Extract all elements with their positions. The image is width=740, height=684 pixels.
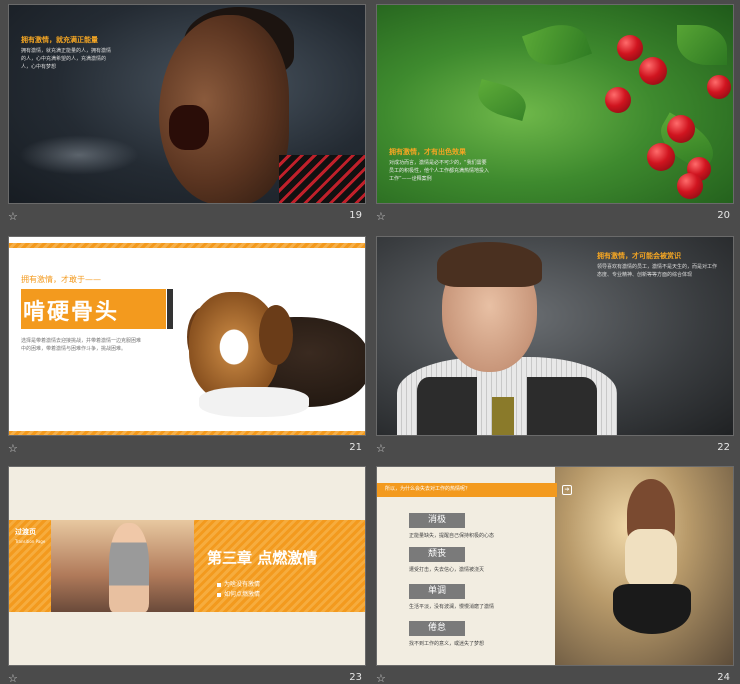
- berry: [707, 75, 731, 99]
- bullet-square: [217, 592, 221, 597]
- slide-number: 22: [717, 442, 730, 453]
- smoke-graphic: [19, 135, 139, 175]
- berry: [617, 35, 643, 61]
- jersey-graphic: [279, 155, 365, 203]
- bottom-stripe: [9, 431, 365, 435]
- slide-19-footer: ☆ 19: [8, 210, 366, 228]
- slide-22-footer: ☆ 22: [376, 442, 734, 460]
- slide-19-body: 拥有激情，就充满正能量的人，拥有激情的人，心中充满希望的人，充满激情的人，心中有…: [21, 48, 112, 70]
- slide-23-canvas[interactable]: 过渡页 Transition Page 第三章 点燃激情 为啥没有激情 如何点燃…: [8, 466, 366, 666]
- transition-tag-sub: Transition Page: [15, 539, 46, 544]
- title-accent-bar: [167, 289, 173, 329]
- girl-top: [625, 529, 677, 589]
- slide-19-canvas[interactable]: 拥有激情，就充满正能量 拥有激情，就充满正能量的人，拥有激情的人，心中充满希望的…: [8, 4, 366, 204]
- berry: [639, 57, 667, 85]
- slide-22-body: 领导喜欢有激情的员工，激情不是天生的，而是对工作态度、专业精神、创新等等方面的综…: [597, 264, 718, 278]
- leaf-graphic: [473, 79, 531, 121]
- slide-23-title: 第三章 点燃激情: [207, 549, 318, 567]
- star-icon[interactable]: ☆: [376, 210, 386, 223]
- star-icon[interactable]: ☆: [8, 672, 18, 684]
- transition-tag: 过渡页: [15, 528, 36, 536]
- runner-figure: [109, 523, 149, 612]
- slide-24-header: 所以，为什么会失去对工作的热情呢？: [385, 486, 471, 492]
- slide-23-footer: ☆ 23: [8, 672, 366, 684]
- slide-20-title: 拥有激情，才有出色效果: [389, 148, 466, 156]
- man-vest-left: [417, 377, 477, 435]
- athlete-mouth: [169, 105, 209, 150]
- slide-number: 21: [349, 442, 362, 453]
- star-icon[interactable]: ☆: [8, 210, 18, 223]
- slide-thumbnail-21[interactable]: 拥有激情，才敢于—— 啃硬骨头 选择是带着激情去迎接挑战，并带着激情一边克服困难…: [8, 236, 366, 462]
- berry: [605, 87, 631, 113]
- reason-label: 消极: [409, 513, 465, 528]
- reason-desc: 正能量缺失，提醒自己保持积极的心态: [409, 533, 495, 539]
- reason-label: 单调: [409, 584, 465, 599]
- slide-19-title: 拥有激情，就充满正能量: [21, 36, 98, 44]
- slide-thumbnail-20[interactable]: 拥有激情，才有出色效果 对成功而言，激情是必不可少的，“我们需要员工的积极性，他…: [376, 4, 734, 230]
- star-icon[interactable]: ☆: [376, 672, 386, 684]
- girl-skirt: [613, 584, 691, 634]
- leaf-graphic: [677, 25, 727, 65]
- bullet-square: [217, 582, 221, 587]
- slide-20-body: 对成功而言，激情是必不可少的，“我们需要员工的积极性，他个人工作都充满热情地投入…: [389, 160, 490, 182]
- slide-20-canvas[interactable]: 拥有激情，才有出色效果 对成功而言，激情是必不可少的，“我们需要员工的积极性，他…: [376, 4, 734, 204]
- slide-number: 19: [349, 210, 362, 221]
- dog-paws: [199, 387, 309, 417]
- slide-21-body: 选择是带着激情去迎接挑战，并带着激情一边克服困难中的困难，带着激情与困难作斗争，…: [21, 338, 142, 352]
- slide-thumbnail-19[interactable]: 拥有激情，就充满正能量 拥有激情，就充满正能量的人，拥有激情的人，心中充满希望的…: [8, 4, 366, 230]
- slide-number: 24: [717, 672, 730, 683]
- slide-thumbnail-23[interactable]: 过渡页 Transition Page 第三章 点燃激情 为啥没有激情 如何点燃…: [8, 466, 366, 684]
- slide-21-canvas[interactable]: 拥有激情，才敢于—— 啃硬骨头 选择是带着激情去迎接挑战，并带着激情一边克服困难…: [8, 236, 366, 436]
- dog-ear: [259, 305, 293, 365]
- star-icon[interactable]: ☆: [8, 442, 18, 455]
- slide-24-canvas[interactable]: 所以，为什么会失去对工作的热情呢？ ➔ 消极 正能量缺失，提醒自己保持积极的心态…: [376, 466, 734, 666]
- girl-figure: [613, 479, 691, 654]
- slide-thumbnail-24[interactable]: 所以，为什么会失去对工作的热情呢？ ➔ 消极 正能量缺失，提醒自己保持积极的心态…: [376, 466, 734, 684]
- berry: [647, 143, 675, 171]
- slide-22-canvas[interactable]: 拥有激情，才可能会被赏识 领导喜欢有激情的员工，激情不是天生的，而是对工作态度、…: [376, 236, 734, 436]
- slide-20-footer: ☆ 20: [376, 210, 734, 228]
- reason-label: 倦怠: [409, 621, 465, 636]
- star-icon[interactable]: ☆: [376, 442, 386, 455]
- chapter-item-text: 如何点燃激情: [224, 591, 261, 598]
- chapter-item: 如何点燃激情: [217, 589, 260, 598]
- slide-number: 20: [717, 210, 730, 221]
- berry: [667, 115, 695, 143]
- man-hair: [437, 242, 542, 287]
- man-vest-right: [527, 377, 597, 435]
- reason-label: 颓丧: [409, 547, 465, 562]
- reason-desc: 遭受打击，失去信心，激情被浇灭: [409, 567, 485, 573]
- reason-desc: 找不到工作的意义，或迷失了梦想: [409, 641, 485, 647]
- slide-sorter-grid: 拥有激情，就充满正能量 拥有激情，就充满正能量的人，拥有激情的人，心中充满希望的…: [0, 0, 740, 684]
- reason-desc: 生活平淡，没有波澜，慢慢消磨了激情: [409, 604, 495, 610]
- slide-21-footer: ☆ 21: [8, 442, 366, 460]
- slide-22-title: 拥有激情，才可能会被赏识: [597, 252, 681, 260]
- slide-number: 23: [349, 672, 362, 683]
- arrow-right-icon: ➔: [562, 485, 572, 495]
- chapter-item: 为啥没有激情: [217, 579, 260, 588]
- man-tie: [492, 397, 514, 435]
- slide-24-footer: ☆ 24: [376, 672, 734, 684]
- leaf-graphic: [521, 15, 593, 75]
- slide-21-title: 啃硬骨头: [23, 300, 120, 325]
- chapter-item-text: 为啥没有激情: [224, 581, 261, 588]
- berry: [677, 173, 703, 199]
- runner-photo: [51, 520, 194, 612]
- slide-thumbnail-22[interactable]: 拥有激情，才可能会被赏识 领导喜欢有激情的员工，激情不是天生的，而是对工作态度、…: [376, 236, 734, 462]
- top-stripe: [9, 243, 365, 248]
- slide-21-subtitle: 拥有激情，才敢于——: [21, 275, 101, 284]
